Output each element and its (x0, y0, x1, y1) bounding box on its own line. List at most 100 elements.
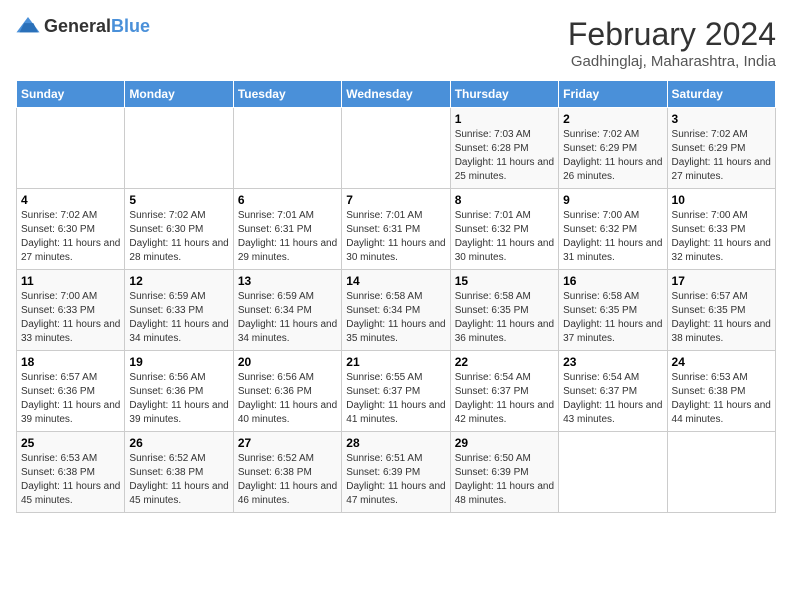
day-number: 10 (672, 193, 771, 207)
calendar-cell: 29 Sunrise: 6:50 AMSunset: 6:39 PMDayligh… (450, 432, 558, 513)
logo-general-text: General (44, 16, 111, 36)
calendar-cell: 3 Sunrise: 7:02 AMSunset: 6:29 PMDaylight… (667, 108, 775, 189)
calendar-cell: 21 Sunrise: 6:55 AMSunset: 6:37 PMDayligh… (342, 351, 450, 432)
day-info: Sunrise: 7:02 AMSunset: 6:29 PMDaylight:… (672, 128, 771, 184)
calendar-cell: 9 Sunrise: 7:00 AMSunset: 6:32 PMDaylight… (559, 189, 667, 270)
day-number: 13 (238, 274, 337, 288)
calendar-cell: 11 Sunrise: 7:00 AMSunset: 6:33 PMDayligh… (17, 270, 125, 351)
weekday-header: Wednesday (342, 81, 450, 108)
day-number: 23 (563, 355, 662, 369)
calendar-cell (342, 108, 450, 189)
day-info: Sunrise: 6:55 AMSunset: 6:37 PMDaylight:… (346, 371, 445, 427)
day-info: Sunrise: 6:58 AMSunset: 6:34 PMDaylight:… (346, 290, 445, 346)
day-info: Sunrise: 7:00 AMSunset: 6:33 PMDaylight:… (672, 209, 771, 265)
calendar-table: SundayMondayTuesdayWednesdayThursdayFrid… (16, 80, 776, 513)
day-number: 14 (346, 274, 445, 288)
logo-icon (16, 17, 40, 37)
logo-blue-text: Blue (111, 16, 150, 36)
calendar-cell: 20Sunrise: 6:56 AMSunset: 6:36 PMDayligh… (233, 351, 341, 432)
calendar-cell: 16 Sunrise: 6:58 AMSunset: 6:35 PMDayligh… (559, 270, 667, 351)
day-info: Sunrise: 6:51 AMSunset: 6:39 PMDaylight:… (346, 452, 445, 508)
day-info: Sunrise: 7:01 AMSunset: 6:31 PMDaylight:… (346, 209, 445, 265)
weekday-header: Sunday (17, 81, 125, 108)
day-number: 29 (455, 436, 554, 450)
day-info: Sunrise: 6:53 AMSunset: 6:38 PMDaylight:… (21, 452, 120, 508)
calendar-cell: 12 Sunrise: 6:59 AMSunset: 6:33 PMDayligh… (125, 270, 233, 351)
logo: GeneralBlue (16, 16, 150, 37)
day-number: 6 (238, 193, 337, 207)
calendar-cell (125, 108, 233, 189)
calendar-cell: 25Sunrise: 6:53 AMSunset: 6:38 PMDayligh… (17, 432, 125, 513)
day-info: Sunrise: 6:52 AMSunset: 6:38 PMDaylight:… (238, 452, 337, 508)
calendar-subtitle: Gadhinglaj, Maharashtra, India (568, 53, 776, 70)
day-number: 9 (563, 193, 662, 207)
calendar-title: February 2024 (568, 16, 776, 53)
weekday-header: Tuesday (233, 81, 341, 108)
calendar-cell: 13 Sunrise: 6:59 AMSunset: 6:34 PMDayligh… (233, 270, 341, 351)
calendar-cell: 19 Sunrise: 6:56 AMSunset: 6:36 PMDayligh… (125, 351, 233, 432)
day-info: Sunrise: 6:56 AMSunset: 6:36 PMDaylight:… (129, 371, 228, 427)
calendar-cell: 17 Sunrise: 6:57 AMSunset: 6:35 PMDayligh… (667, 270, 775, 351)
day-number: 8 (455, 193, 554, 207)
day-info: Sunrise: 6:57 AMSunset: 6:35 PMDaylight:… (672, 290, 771, 346)
day-number: 17 (672, 274, 771, 288)
weekday-header: Saturday (667, 81, 775, 108)
day-info: Sunrise: 7:02 AMSunset: 6:30 PMDaylight:… (129, 209, 228, 265)
day-info: Sunrise: 7:01 AMSunset: 6:32 PMDaylight:… (455, 209, 554, 265)
calendar-cell: 14 Sunrise: 6:58 AMSunset: 6:34 PMDayligh… (342, 270, 450, 351)
day-info: Sunrise: 6:54 AMSunset: 6:37 PMDaylight:… (455, 371, 554, 427)
day-number: 11 (21, 274, 120, 288)
calendar-cell: 22 Sunrise: 6:54 AMSunset: 6:37 PMDayligh… (450, 351, 558, 432)
calendar-cell: 7 Sunrise: 7:01 AMSunset: 6:31 PMDaylight… (342, 189, 450, 270)
day-info: Sunrise: 7:02 AMSunset: 6:29 PMDaylight:… (563, 128, 662, 184)
day-info: Sunrise: 6:50 AMSunset: 6:39 PMDaylight:… (455, 452, 554, 508)
weekday-header: Friday (559, 81, 667, 108)
day-number: 26 (129, 436, 228, 450)
title-block: February 2024 Gadhinglaj, Maharashtra, I… (568, 16, 776, 70)
calendar-cell: 6Sunrise: 7:01 AMSunset: 6:31 PMDaylight… (233, 189, 341, 270)
calendar-cell (17, 108, 125, 189)
day-info: Sunrise: 6:54 AMSunset: 6:37 PMDaylight:… (563, 371, 662, 427)
calendar-cell: 10 Sunrise: 7:00 AMSunset: 6:33 PMDayligh… (667, 189, 775, 270)
day-info: Sunrise: 7:00 AMSunset: 6:33 PMDaylight:… (21, 290, 120, 346)
calendar-cell: 27 Sunrise: 6:52 AMSunset: 6:38 PMDayligh… (233, 432, 341, 513)
day-info: Sunrise: 6:59 AMSunset: 6:33 PMDaylight:… (129, 290, 228, 346)
calendar-cell: 24 Sunrise: 6:53 AMSunset: 6:38 PMDayligh… (667, 351, 775, 432)
day-number: 18 (21, 355, 120, 369)
calendar-cell: 1 Sunrise: 7:03 AMSunset: 6:28 PMDaylight… (450, 108, 558, 189)
day-number: 5 (129, 193, 228, 207)
day-number: 15 (455, 274, 554, 288)
day-info: Sunrise: 7:00 AMSunset: 6:32 PMDaylight:… (563, 209, 662, 265)
day-info: Sunrise: 6:52 AMSunset: 6:38 PMDaylight:… (129, 452, 228, 508)
day-number: 2 (563, 112, 662, 126)
weekday-header: Thursday (450, 81, 558, 108)
day-number: 12 (129, 274, 228, 288)
day-info: Sunrise: 6:58 AMSunset: 6:35 PMDaylight:… (563, 290, 662, 346)
day-number: 27 (238, 436, 337, 450)
calendar-cell: 2 Sunrise: 7:02 AMSunset: 6:29 PMDaylight… (559, 108, 667, 189)
day-info: Sunrise: 7:03 AMSunset: 6:28 PMDaylight:… (455, 128, 554, 184)
day-number: 19 (129, 355, 228, 369)
day-number: 16 (563, 274, 662, 288)
day-number: 1 (455, 112, 554, 126)
day-number: 24 (672, 355, 771, 369)
calendar-cell: 5 Sunrise: 7:02 AMSunset: 6:30 PMDaylight… (125, 189, 233, 270)
day-number: 3 (672, 112, 771, 126)
day-number: 21 (346, 355, 445, 369)
calendar-cell (667, 432, 775, 513)
calendar-cell (233, 108, 341, 189)
day-info: Sunrise: 6:58 AMSunset: 6:35 PMDaylight:… (455, 290, 554, 346)
calendar-cell: 8 Sunrise: 7:01 AMSunset: 6:32 PMDaylight… (450, 189, 558, 270)
calendar-cell: 23 Sunrise: 6:54 AMSunset: 6:37 PMDayligh… (559, 351, 667, 432)
calendar-cell: 26 Sunrise: 6:52 AMSunset: 6:38 PMDayligh… (125, 432, 233, 513)
calendar-cell: 28Sunrise: 6:51 AMSunset: 6:39 PMDayligh… (342, 432, 450, 513)
day-number: 4 (21, 193, 120, 207)
day-number: 22 (455, 355, 554, 369)
day-info: Sunrise: 6:57 AMSunset: 6:36 PMDaylight:… (21, 371, 120, 427)
day-number: 20 (238, 355, 337, 369)
calendar-cell: 18 Sunrise: 6:57 AMSunset: 6:36 PMDayligh… (17, 351, 125, 432)
day-info: Sunrise: 7:02 AMSunset: 6:30 PMDaylight:… (21, 209, 120, 265)
day-info: Sunrise: 6:59 AMSunset: 6:34 PMDaylight:… (238, 290, 337, 346)
day-number: 7 (346, 193, 445, 207)
day-info: Sunrise: 6:53 AMSunset: 6:38 PMDaylight:… (672, 371, 771, 427)
